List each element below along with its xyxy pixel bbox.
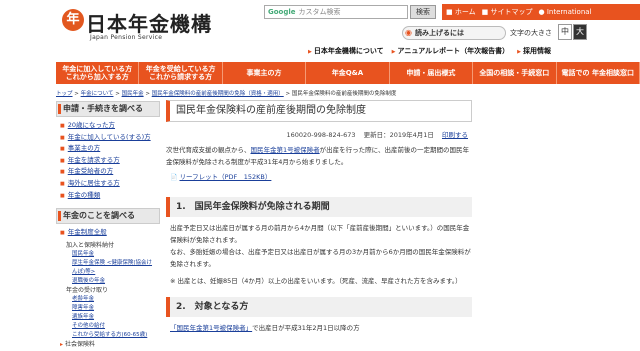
nav-offices[interactable]: 全国の相談・手続窓口 bbox=[473, 62, 557, 84]
sidebar-item-overview[interactable]: 年金制度全般 bbox=[60, 227, 156, 239]
read-aloud-button[interactable]: 読み上げるには bbox=[402, 26, 506, 40]
doc-id: 160020-998-824-673 bbox=[286, 131, 356, 139]
section1-note: ※ 出産とは、妊娠85日（4か月）以上の出産をいいます。（死産、流産、早産された… bbox=[170, 277, 462, 285]
sidebar-sub-enrollment: 加入と保険料納付 bbox=[66, 241, 115, 249]
home-link[interactable]: ■ ホーム bbox=[446, 4, 476, 20]
right-column bbox=[476, 100, 640, 351]
breadcrumb-current: 国民年金保険料の産前産後期間の免除制度 bbox=[291, 91, 397, 97]
top-utility-nav: ■ ホーム ■ サイトマップ ● International bbox=[442, 4, 640, 20]
sidebar-sub-disability[interactable]: 障害年金 bbox=[60, 304, 156, 313]
updated-date: 更新日：2019年4月1日 bbox=[363, 131, 434, 139]
international-link[interactable]: ● International bbox=[538, 4, 591, 20]
breadcrumb-category[interactable]: 国民年金保険料の産前産後期間の免除（資格・適用） bbox=[152, 91, 284, 97]
font-size-label: 文字の大きさ bbox=[510, 29, 552, 37]
leaflet-pdf-link[interactable]: リーフレット（PDF 152KB） bbox=[170, 171, 472, 181]
site-header: 年 日本年金機構 Japan Pension Service Google カスタ… bbox=[0, 0, 640, 62]
sidebar-sub-survivor[interactable]: 遺族年金 bbox=[60, 313, 156, 322]
font-size-medium-button[interactable]: 中 bbox=[558, 24, 572, 40]
header-sublinks: 日本年金機構について アニュアルレポート（年次報告書） 採用情報 bbox=[308, 46, 551, 56]
sidebar-item-claim[interactable]: 年金を請求する方 bbox=[60, 155, 156, 167]
nav-forms[interactable]: 申請・届出様式 bbox=[390, 62, 474, 84]
main-navigation: 年金に加入している方 これから加入する方 年金を受給している方 これから請求する… bbox=[56, 62, 640, 84]
sidebar-item-employers[interactable]: 事業主の方 bbox=[60, 143, 156, 155]
sidebar-sub-upcoming[interactable]: これから受給する方(60-65歳) bbox=[60, 331, 156, 340]
intro-paragraph: 次世代育成支援の観点から、国民年金第1号被保険者が出産を行った際に、出産前後の一… bbox=[166, 144, 472, 168]
page-meta: 160020-998-824-673 更新日：2019年4月1日 印刷する bbox=[166, 129, 472, 139]
section-heading-eligible: 2. 対象となる方 bbox=[166, 297, 472, 317]
intro-text-pre: 次世代育成支援の観点から、 bbox=[166, 146, 251, 154]
logo-icon[interactable]: 年 bbox=[62, 9, 84, 31]
sidebar-list-procedures: 20歳になった方 年金に加入している(する)方 事業主の方 年金を請求する方 年… bbox=[56, 117, 160, 204]
sidebar-sub-kosei[interactable]: 厚生年金保険 <健康保険(協会けんぽ)等> bbox=[60, 259, 156, 277]
breadcrumb-about[interactable]: 年金について bbox=[81, 91, 114, 97]
section1-paragraph-1: 出産予定日又は出産日が属する月の前月から4か月間（以下「産前産後期間」といいます… bbox=[170, 224, 470, 244]
breadcrumb-kokumin[interactable]: 国民年金 bbox=[122, 91, 144, 97]
search-brand: Google bbox=[268, 8, 296, 16]
about-link[interactable]: 日本年金機構について bbox=[308, 46, 384, 56]
sidebar-sub-retire[interactable]: 退職後の年金 bbox=[60, 277, 156, 286]
print-link[interactable]: 印刷する bbox=[442, 131, 468, 139]
page-title: 国民年金保険料の産前産後期間の免除制度 bbox=[166, 100, 472, 122]
nav-phone[interactable]: 電話での 年金相談窓口 bbox=[557, 62, 640, 84]
sidebar-item-overseas[interactable]: 海外に居住する方 bbox=[60, 178, 156, 190]
sidebar-sub-receiving: 年金の受け取り bbox=[66, 286, 109, 294]
sidebar-heading-learn: 年金のことを調べる bbox=[56, 208, 160, 225]
sidebar-heading-procedures: 申請・手続きを調べる bbox=[56, 101, 160, 117]
sidebar-sub-other[interactable]: その他の給付 bbox=[60, 322, 156, 331]
sidebar-sub-insurance[interactable]: 社会保険料 bbox=[60, 340, 156, 349]
site-logo-text[interactable]: 日本年金機構 bbox=[86, 8, 212, 37]
sidebar-item-types[interactable]: 年金の種類 bbox=[60, 190, 156, 202]
sidebar-item-recipients[interactable]: 年金受給者の方 bbox=[60, 166, 156, 178]
annual-report-link[interactable]: アニュアルレポート（年次報告書） bbox=[392, 46, 510, 56]
section2-paragraph: 「国民年金第1号被保険者」で出産日が平成31年2月1日以降の方 bbox=[166, 322, 472, 334]
section1-paragraph-2: なお、多胎妊娠の場合は、出産予定日又は出産日が属する月の3か月前から6か月間の国… bbox=[170, 248, 471, 268]
site-logo-subtitle: Japan Pension Service bbox=[90, 34, 163, 41]
sitemap-link[interactable]: ■ サイトマップ bbox=[482, 4, 533, 20]
sidebar-item-enrolled[interactable]: 年金に加入している(する)方 bbox=[60, 132, 156, 144]
section-heading-exemption-period: 1. 国民年金保険料が免除される期間 bbox=[166, 197, 472, 217]
search-placeholder: カスタム検索 bbox=[298, 8, 341, 16]
recruit-link[interactable]: 採用情報 bbox=[517, 46, 551, 56]
leaflet-pdf-text[interactable]: リーフレット（PDF 152KB） bbox=[179, 173, 271, 181]
nav-employers[interactable]: 事業主の方 bbox=[223, 62, 307, 84]
breadcrumb-top[interactable]: トップ bbox=[56, 91, 73, 97]
main-content: 国民年金保険料の産前産後期間の免除制度 160020-998-824-673 更… bbox=[166, 100, 472, 351]
section2-text: で出産日が平成31年2月1日以降の方 bbox=[252, 324, 360, 332]
sidebar-list-learn: 年金制度全般 bbox=[56, 224, 160, 239]
search-button[interactable]: 検索 bbox=[410, 5, 436, 19]
nav-recipients[interactable]: 年金を受給している方 これから請求する方 bbox=[139, 62, 223, 84]
nav-enrollees[interactable]: 年金に加入している方 これから加入する方 bbox=[56, 62, 140, 84]
breadcrumb: トップ > 年金について > 国民年金 > 国民年金保険料の産前産後期間の免除（… bbox=[56, 91, 397, 97]
font-size-large-button[interactable]: 大 bbox=[573, 24, 587, 40]
sidebar-sub-kokumin[interactable]: 国民年金 bbox=[60, 250, 156, 259]
first-insured-link-2[interactable]: 「国民年金第1号被保険者」 bbox=[170, 324, 252, 332]
sidebar: 申請・手続きを調べる 20歳になった方 年金に加入している(する)方 事業主の方… bbox=[56, 101, 160, 351]
nav-qa[interactable]: 年金Q&A bbox=[306, 62, 390, 84]
search-input[interactable]: Google カスタム検索 bbox=[264, 5, 408, 19]
sidebar-item-age20[interactable]: 20歳になった方 bbox=[60, 120, 156, 132]
sidebar-sublist: 加入と保険料納付 国民年金 厚生年金保険 <健康保険(協会けんぽ)等> 退職後の… bbox=[56, 239, 160, 351]
first-insured-link[interactable]: 国民年金第1号被保険者 bbox=[251, 146, 320, 154]
sidebar-sub-old-age[interactable]: 老齢年金 bbox=[60, 295, 156, 304]
